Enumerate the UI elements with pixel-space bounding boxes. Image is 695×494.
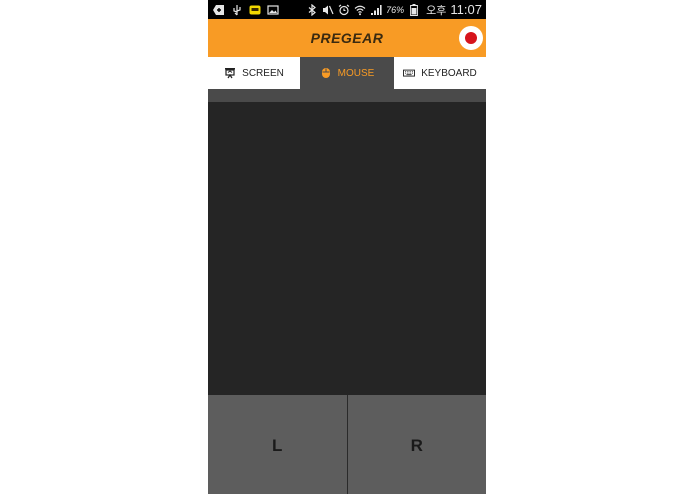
tab-mouse[interactable]: MOUSE bbox=[301, 57, 393, 102]
tab-keyboard-label: KEYBOARD bbox=[421, 67, 477, 79]
tab-mouse-label: MOUSE bbox=[337, 67, 375, 79]
battery-icon bbox=[408, 3, 420, 16]
tab-keyboard[interactable]: KEYBOARD bbox=[394, 57, 486, 102]
mute-icon bbox=[322, 4, 334, 16]
wifi-icon bbox=[354, 4, 366, 16]
record-button[interactable] bbox=[459, 26, 483, 50]
left-click-button[interactable]: L bbox=[208, 395, 347, 494]
battery-percent: 76% bbox=[386, 4, 405, 15]
record-icon bbox=[465, 32, 477, 44]
phone-screen: 76% 오후 11:07 PREGEAR SCREEN MOUSE KEYBOA… bbox=[208, 0, 486, 494]
app-header: PREGEAR bbox=[208, 19, 486, 57]
right-click-button[interactable]: R bbox=[347, 395, 486, 494]
status-bar: 76% 오후 11:07 bbox=[208, 0, 486, 19]
mouse-icon bbox=[320, 67, 332, 79]
tab-keyboard-inner: KEYBOARD bbox=[394, 57, 486, 89]
usb-icon bbox=[231, 4, 243, 16]
tab-screen-inner: SCREEN bbox=[208, 57, 300, 89]
kakaotalk-icon bbox=[249, 4, 261, 16]
mouse-buttons: L R bbox=[208, 395, 486, 494]
stage: 76% 오후 11:07 PREGEAR SCREEN MOUSE KEYBOA… bbox=[0, 0, 695, 494]
screen-icon bbox=[224, 67, 236, 79]
touchpad-area[interactable] bbox=[208, 102, 486, 394]
tab-bar: SCREEN MOUSE KEYBOARD bbox=[208, 57, 486, 102]
tab-screen[interactable]: SCREEN bbox=[208, 57, 300, 102]
tab-screen-label: SCREEN bbox=[242, 67, 284, 79]
status-right-group: 76% 오후 11:07 bbox=[306, 2, 486, 18]
alarm-icon bbox=[338, 4, 350, 16]
add-notification-icon bbox=[213, 4, 225, 16]
bluetooth-icon bbox=[306, 3, 318, 16]
status-ampm: 오후 bbox=[426, 4, 447, 17]
status-time: 11:07 bbox=[450, 2, 482, 17]
app-title: PREGEAR bbox=[310, 30, 384, 46]
signal-icon bbox=[370, 4, 382, 16]
tab-mouse-inner: MOUSE bbox=[301, 57, 393, 89]
image-icon bbox=[267, 4, 279, 16]
status-left-group bbox=[208, 4, 279, 16]
keyboard-icon bbox=[403, 67, 416, 79]
